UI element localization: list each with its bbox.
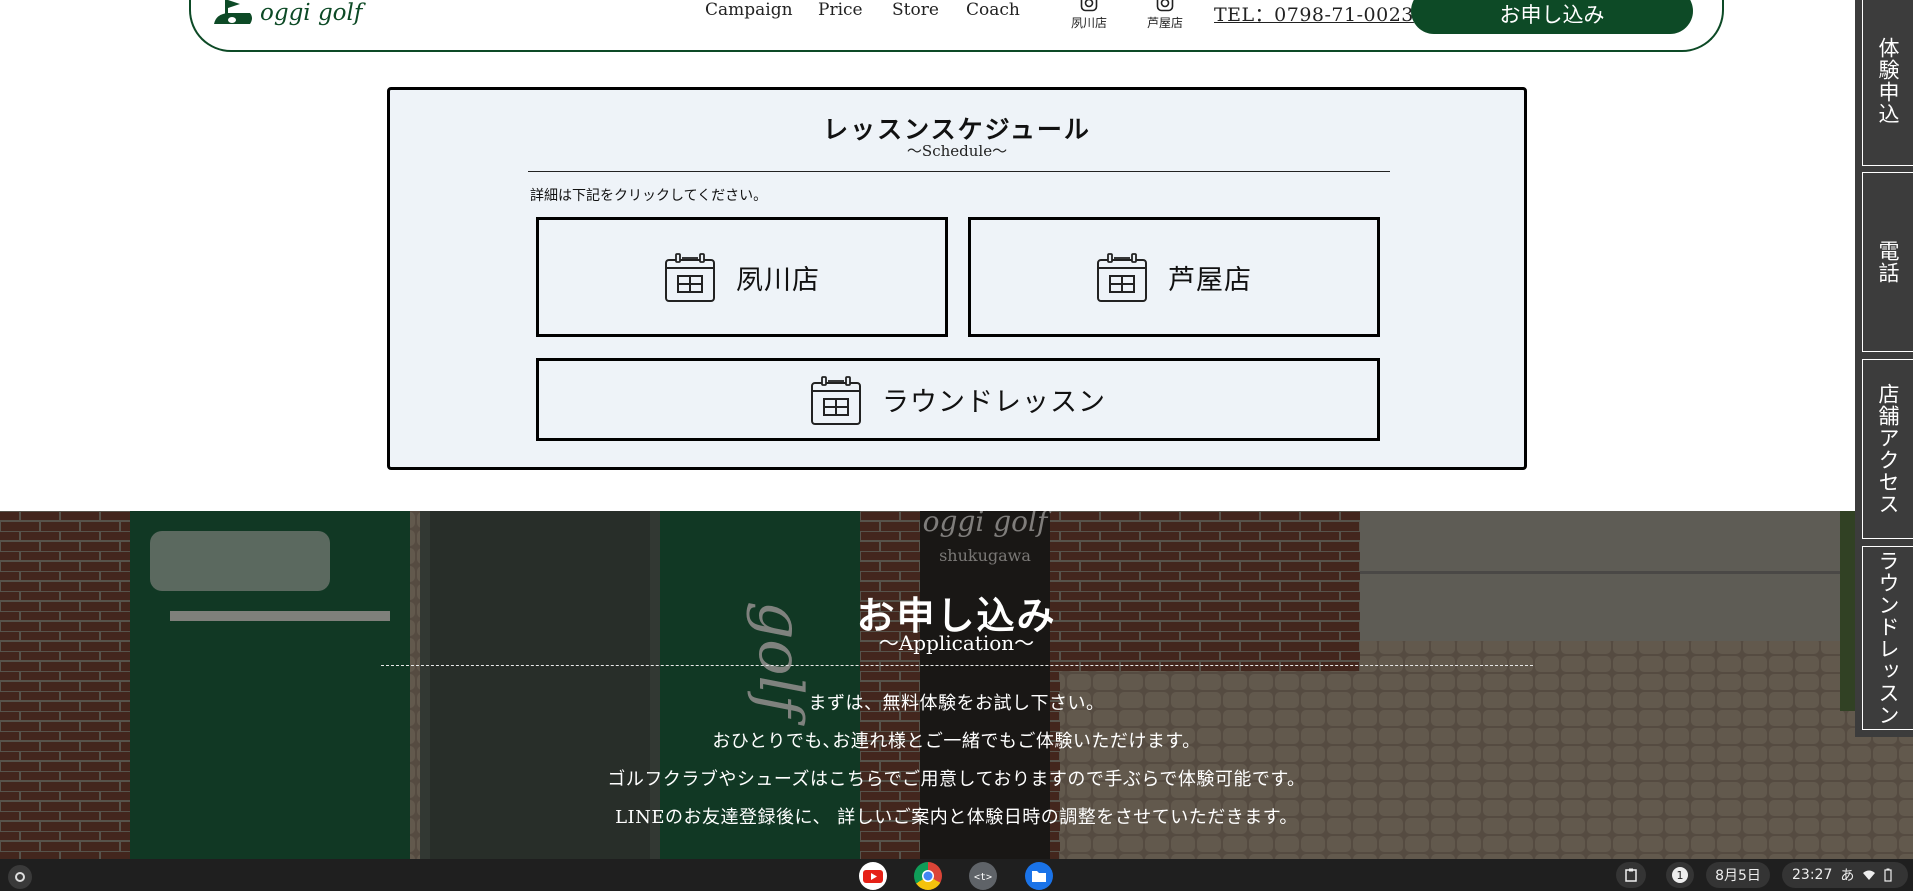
tray-date: 8月5日 [1715, 868, 1761, 884]
notification-badge[interactable]: 1 [1666, 862, 1694, 888]
schedule-button-label: ラウンドレッスン [882, 387, 1106, 418]
side-tab-trial[interactable]: 体験申込 [1862, 0, 1913, 166]
svg-text:<t>: <t> [974, 872, 992, 883]
side-tab-store-access[interactable]: 店舗アクセス [1862, 359, 1913, 539]
date-tray[interactable]: 8月5日 [1706, 862, 1770, 888]
instagram-label: 夙川店 [1070, 16, 1107, 30]
divider [528, 171, 1390, 172]
instagram-icon [1156, 0, 1174, 12]
schedule-section: レッスンスケジュール 〜Schedule〜 詳細は下記をクリックしてください。 … [387, 87, 1527, 470]
schedule-note: 詳細は下記をクリックしてください。 [530, 188, 768, 204]
notification-count: 1 [1672, 867, 1688, 883]
launcher-icon [15, 872, 25, 882]
application-text: まずは、無料体験をお試し下さい。 [808, 693, 1105, 714]
application-subtitle: 〜Application〜 [878, 631, 1035, 655]
schedule-button-label: 夙川店 [736, 264, 820, 296]
application-text: ゴルフクラブやシューズはこちらでご用意しておりますので手ぶらで体験可能です。 [607, 769, 1306, 790]
application-text: LINEのお友達登録後に、 詳しいご案内と体験日時の調整をさせていただきます。 [615, 807, 1298, 828]
instagram-ashiya-link[interactable]: 芦屋店 [1135, 0, 1195, 31]
nav-store[interactable]: Store [892, 0, 939, 20]
calendar-icon [1097, 253, 1147, 302]
text-editor-icon[interactable]: <t> [969, 862, 997, 890]
instagram-shukugawa-link[interactable]: 夙川店 [1059, 0, 1119, 31]
launcher-button[interactable] [8, 865, 32, 889]
logo-mark-icon [214, 0, 252, 24]
apply-button[interactable]: お申し込み [1411, 0, 1693, 34]
os-taskbar: <t> 1 8月5日 23:27 あ [0, 859, 1913, 891]
tray-time: 23:27 [1792, 867, 1833, 883]
status-tray[interactable]: 23:27 あ [1782, 862, 1908, 888]
chrome-icon[interactable] [914, 862, 942, 890]
instagram-label: 芦屋店 [1146, 16, 1183, 30]
phone-link[interactable]: TEL：0798-71-0023 [1214, 0, 1414, 27]
schedule-ashiya-button[interactable]: 芦屋店 [968, 217, 1380, 337]
side-tab-round-lesson[interactable]: ラウンドレッスン [1862, 546, 1913, 730]
youtube-icon[interactable] [859, 862, 887, 890]
tray-ime: あ [1840, 868, 1855, 884]
calendar-icon [665, 253, 715, 302]
battery-icon [1884, 868, 1892, 882]
application-section: golf oggi golf shukugawa お申し込み 〜Applicat… [0, 511, 1913, 859]
site-logo[interactable]: oggi golf [210, 0, 362, 30]
application-text: おひとりでも､お連れ様とご一緒でもご体験いただけます。 [712, 731, 1201, 752]
divider [381, 665, 1533, 666]
calendar-icon [811, 375, 861, 425]
schedule-subtitle: 〜Schedule〜 [906, 142, 1008, 160]
schedule-round-lesson-button[interactable]: ラウンドレッスン [536, 358, 1380, 441]
schedule-shukugawa-button[interactable]: 夙川店 [536, 217, 948, 337]
schedule-button-label: 芦屋店 [1168, 264, 1252, 296]
nav-price[interactable]: Price [818, 0, 863, 20]
files-icon[interactable] [1025, 862, 1053, 890]
nav-coach[interactable]: Coach [966, 0, 1020, 20]
nav-campaign[interactable]: Campaign [705, 0, 793, 20]
wifi-icon [1863, 870, 1876, 880]
clipboard-tray-icon[interactable] [1616, 862, 1646, 888]
logo-text: oggi golf [260, 0, 363, 26]
side-tab-phone[interactable]: 電話 [1862, 172, 1913, 352]
instagram-icon [1080, 0, 1098, 12]
